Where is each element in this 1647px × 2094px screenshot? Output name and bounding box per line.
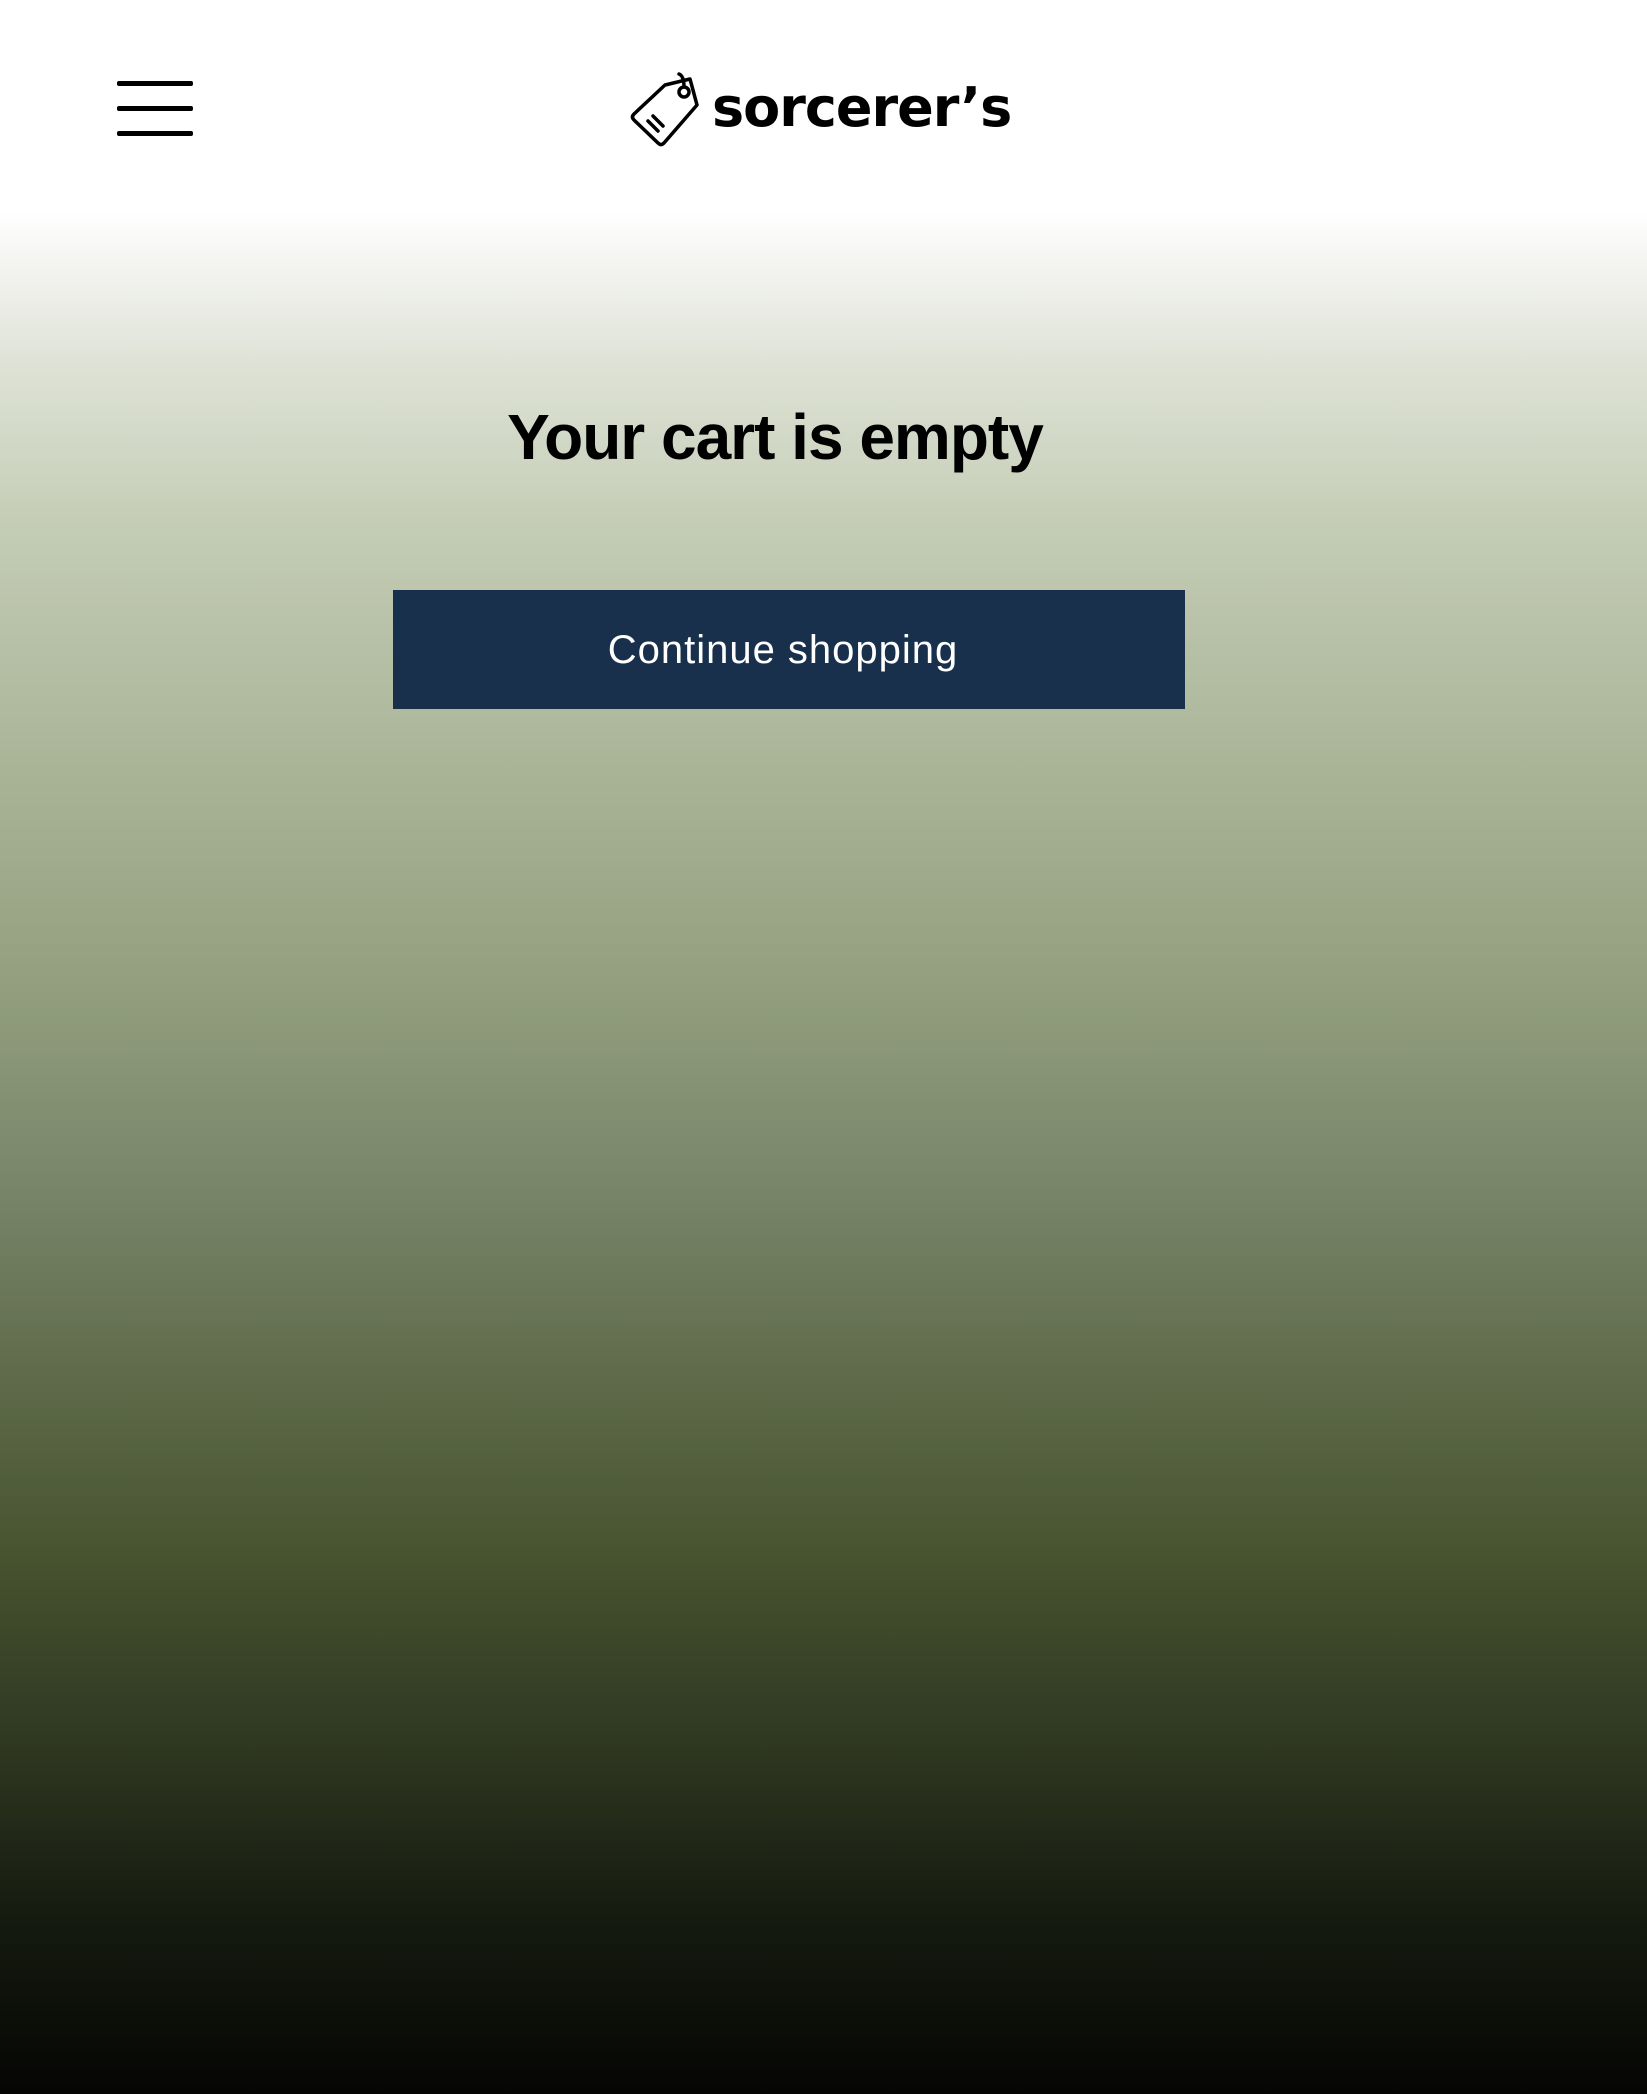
site-header: sorcerer’s (0, 0, 1647, 210)
site-logo[interactable]: sorcerer’s (628, 68, 1012, 148)
continue-shopping-button[interactable]: Continue shopping (393, 590, 1185, 709)
empty-cart-heading: Your cart is empty (507, 401, 1044, 473)
menu-button[interactable] (117, 79, 193, 137)
hamburger-menu-icon (117, 106, 193, 111)
logo-wordmark: sorcerer’s (712, 76, 1012, 139)
hamburger-menu-icon (117, 81, 193, 86)
hamburger-menu-icon (117, 131, 193, 136)
price-tag-icon (630, 72, 699, 147)
